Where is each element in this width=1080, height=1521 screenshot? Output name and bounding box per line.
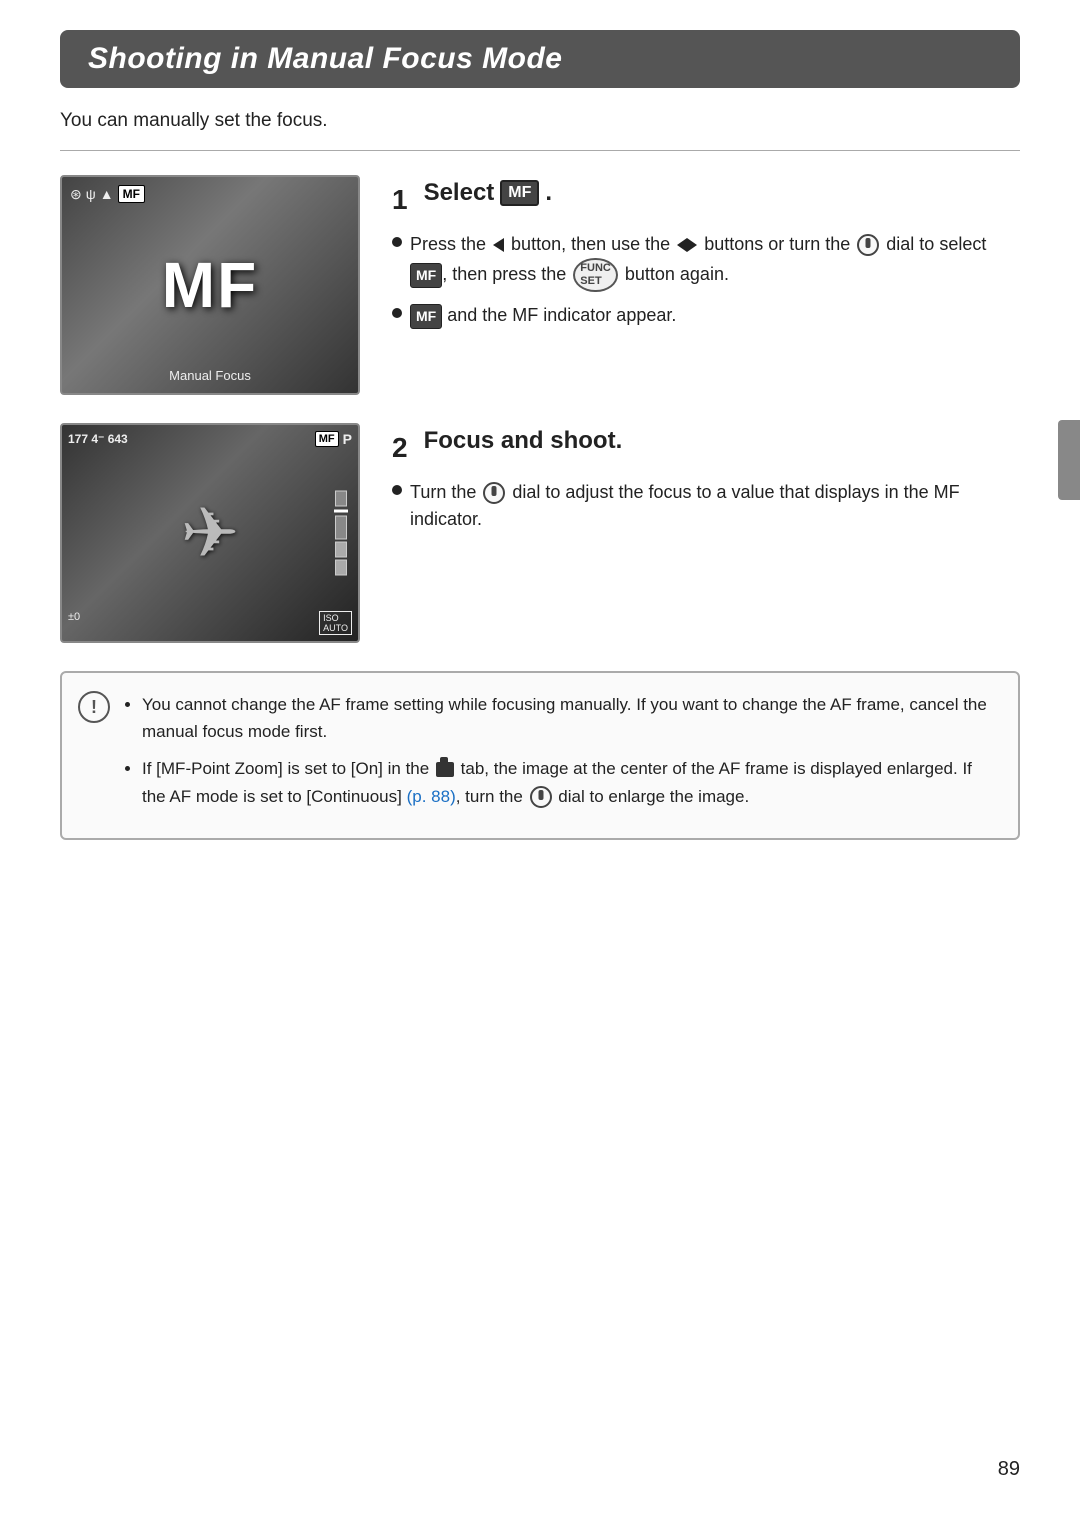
cam-bottom-label-1: Manual Focus [169, 368, 251, 383]
cam2-mf-bar-2 [335, 516, 347, 540]
page-content: Shooting in Manual Focus Mode You can ma… [0, 0, 1080, 900]
bullet-dot-1 [392, 237, 402, 247]
cam-mf-tag-1: MF [118, 185, 145, 203]
cam-icon-3: ▲ [100, 186, 114, 202]
arrow-left-icon [493, 238, 504, 252]
step-2-content: 2 Focus and shoot. Turn the dial to adju… [392, 423, 1020, 543]
step-1-number: 1 [392, 184, 408, 216]
page-number: 89 [998, 1458, 1020, 1481]
cam2-mf-bar-4 [335, 560, 347, 576]
arrows-lr-icon [677, 238, 697, 252]
arrow-r [687, 238, 697, 252]
cam-icons-top-1: ⊛ ψ ▲ MF [70, 185, 145, 203]
cam-icon-1: ⊛ [70, 186, 82, 203]
cam2-mf-bar-3 [335, 542, 347, 558]
steps-container: ⊛ ψ ▲ MF MF Manual Focus 1 Select MF [60, 175, 1020, 643]
camera-image-1: ⊛ ψ ▲ MF MF Manual Focus [60, 175, 360, 395]
cam2-mf-marker [334, 510, 348, 513]
func-icon-1: FUNCSET [573, 258, 618, 292]
cam2-mf-indicator [334, 491, 348, 576]
step-1-content: 1 Select MF . Press the button, then use… [392, 175, 1020, 339]
note-icon: ! [78, 691, 110, 723]
step-1-title-text: Select [424, 179, 495, 207]
step-1-title: Select MF . [424, 179, 553, 207]
cam2-hud-left: 177 4⁻ 643 [68, 432, 128, 446]
step-2-title: Focus and shoot. [424, 427, 623, 455]
cam2-hud-top: 177 4⁻ 643 MF P [68, 431, 352, 447]
cam-mf-big: MF [162, 248, 258, 322]
subtitle: You can manually set the focus. [60, 110, 1020, 132]
step-2-bullets: Turn the dial to adjust the focus to a v… [392, 479, 1020, 533]
step-2-bullet-1-text: Turn the dial to adjust the focus to a v… [410, 479, 1020, 533]
bullet-dot-3 [392, 485, 402, 495]
mf-badge-inline-2: MF [410, 304, 442, 329]
cam2-mf-tag: MF [315, 431, 339, 447]
cam-overlay-1: ⊛ ψ ▲ MF MF Manual Focus [62, 177, 358, 393]
step-2-bullet-1: Turn the dial to adjust the focus to a v… [392, 479, 1020, 533]
step-2-title-text: Focus and shoot. [424, 427, 623, 455]
step-2-label-row: 2 Focus and shoot. [392, 427, 1020, 469]
cam-icon-2: ψ [86, 186, 96, 202]
step-2-number: 2 [392, 432, 408, 464]
camera-tab-icon [436, 762, 454, 777]
cam2-p: P [343, 431, 352, 447]
cam2-hud-right: MF P [315, 431, 352, 447]
cam2-bottom: ±0 ISOAUTO [68, 611, 352, 635]
step-1-bullets: Press the button, then use the buttons o… [392, 231, 1020, 329]
arrow-l [677, 238, 687, 252]
step-1-mf-badge: MF [500, 180, 539, 206]
cam2-exposure: ±0 [68, 611, 80, 635]
note-link[interactable]: (p. 88) [407, 787, 456, 806]
step-1-bullet-1: Press the button, then use the buttons o… [392, 231, 1020, 292]
note-list: You cannot change the AF frame setting w… [122, 691, 998, 810]
bullet-dot-2 [392, 308, 402, 318]
step-1-title-dot: . [545, 179, 552, 207]
note-item-2: If [MF-Point Zoom] is set to [On] in the… [142, 755, 998, 809]
title-bar: Shooting in Manual Focus Mode [60, 30, 1020, 88]
step-2-row: 177 4⁻ 643 MF P ✈ [60, 423, 1020, 643]
step-1-bullet-2-text: MF and the MF indicator appear. [410, 302, 676, 329]
cam2-iso: ISOAUTO [319, 611, 352, 635]
cam2-center: 177 4⁻ 643 MF P ✈ [62, 425, 358, 641]
dial-icon-1 [857, 234, 879, 256]
note-box: ! You cannot change the AF frame setting… [60, 671, 1020, 840]
page-title: Shooting in Manual Focus Mode [88, 42, 992, 76]
step-1-label-row: 1 Select MF . [392, 179, 1020, 221]
mf-badge-inline-1: MF [410, 263, 442, 288]
step-1-bullet-1-text: Press the button, then use the buttons o… [410, 231, 1020, 292]
step-1-bullet-2: MF and the MF indicator appear. [392, 302, 1020, 329]
note-item-1: You cannot change the AF frame setting w… [142, 691, 998, 745]
step-1-row: ⊛ ψ ▲ MF MF Manual Focus 1 Select MF [60, 175, 1020, 395]
camera-image-2: 177 4⁻ 643 MF P ✈ [60, 423, 360, 643]
dial-icon-2 [483, 482, 505, 504]
cam2-plane-icon: ✈ [181, 492, 240, 574]
dial-icon-3 [530, 786, 552, 808]
right-tab [1058, 420, 1080, 500]
cam2-mf-bar-1 [335, 491, 347, 507]
divider [60, 150, 1020, 151]
